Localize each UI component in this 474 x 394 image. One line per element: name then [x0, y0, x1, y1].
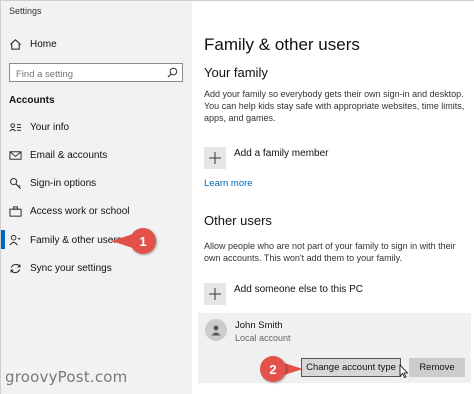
- callout-2: 2: [260, 356, 286, 382]
- other-users-heading: Other users: [204, 213, 272, 228]
- add-someone-button[interactable]: [204, 283, 226, 305]
- mouse-cursor-icon: [399, 364, 409, 378]
- window-title: Settings: [9, 6, 42, 16]
- search-icon[interactable]: [167, 67, 178, 78]
- search-box[interactable]: [9, 63, 183, 83]
- your-family-heading: Your family: [204, 65, 268, 80]
- watermark: groovyPost.com: [5, 368, 128, 386]
- add-family-member-label[interactable]: Add a family member: [234, 148, 328, 159]
- plus-icon: [209, 288, 221, 300]
- settings-window: Settings Home Accounts Your info: [0, 0, 474, 394]
- user-account-type: Local account: [235, 333, 291, 343]
- user-card[interactable]: John Smith Local account Change account …: [198, 313, 471, 383]
- sidebar-item-sign-in[interactable]: Sign-in options: [1, 171, 192, 195]
- your-info-icon: [9, 121, 22, 134]
- sidebar-item-email[interactable]: Email & accounts: [1, 143, 192, 167]
- sidebar-section-heading: Accounts: [9, 95, 55, 106]
- sidebar-item-label: Family & other users: [30, 234, 122, 246]
- key-icon: [9, 177, 22, 190]
- add-family-member-button[interactable]: [204, 147, 226, 169]
- learn-more-link[interactable]: Learn more: [204, 178, 253, 189]
- sidebar-item-sync[interactable]: Sync your settings: [1, 256, 192, 280]
- search-input[interactable]: [10, 66, 160, 83]
- sidebar-item-your-info[interactable]: Your info: [1, 115, 192, 139]
- sidebar-item-label: Sync your settings: [30, 262, 112, 274]
- sidebar-item-label: Sign-in options: [30, 177, 97, 189]
- your-family-description: Add your family so everybody gets their …: [204, 89, 465, 123]
- main-content: Family & other users Your family Add you…: [192, 1, 474, 394]
- mail-icon: [9, 149, 22, 162]
- sidebar-item-label: Your info: [30, 121, 70, 133]
- sync-icon: [9, 262, 22, 275]
- page-title: Family & other users: [204, 35, 360, 54]
- callout-1: 1: [130, 228, 156, 254]
- home-icon: [9, 38, 22, 51]
- sidebar-item-family[interactable]: Family & other users: [1, 228, 192, 252]
- user-avatar-icon: [211, 325, 221, 336]
- plus-icon: [209, 152, 221, 164]
- briefcase-icon: [9, 205, 22, 218]
- change-account-type-button[interactable]: Change account type: [301, 358, 401, 377]
- sidebar-item-label: Access work or school: [30, 205, 130, 217]
- sidebar-item-work-school[interactable]: Access work or school: [1, 199, 192, 223]
- sidebar-item-label: Home: [30, 38, 57, 50]
- person-icon: [9, 234, 22, 247]
- sidebar-item-home[interactable]: Home: [1, 32, 192, 56]
- avatar: [205, 319, 227, 341]
- remove-button[interactable]: Remove: [409, 358, 465, 377]
- add-someone-label[interactable]: Add someone else to this PC: [234, 284, 363, 295]
- other-users-description: Allow people who are not part of your fa…: [204, 241, 456, 263]
- user-name: John Smith: [235, 320, 283, 331]
- sidebar-item-label: Email & accounts: [30, 149, 108, 161]
- sidebar: Settings Home Accounts Your info: [1, 1, 192, 394]
